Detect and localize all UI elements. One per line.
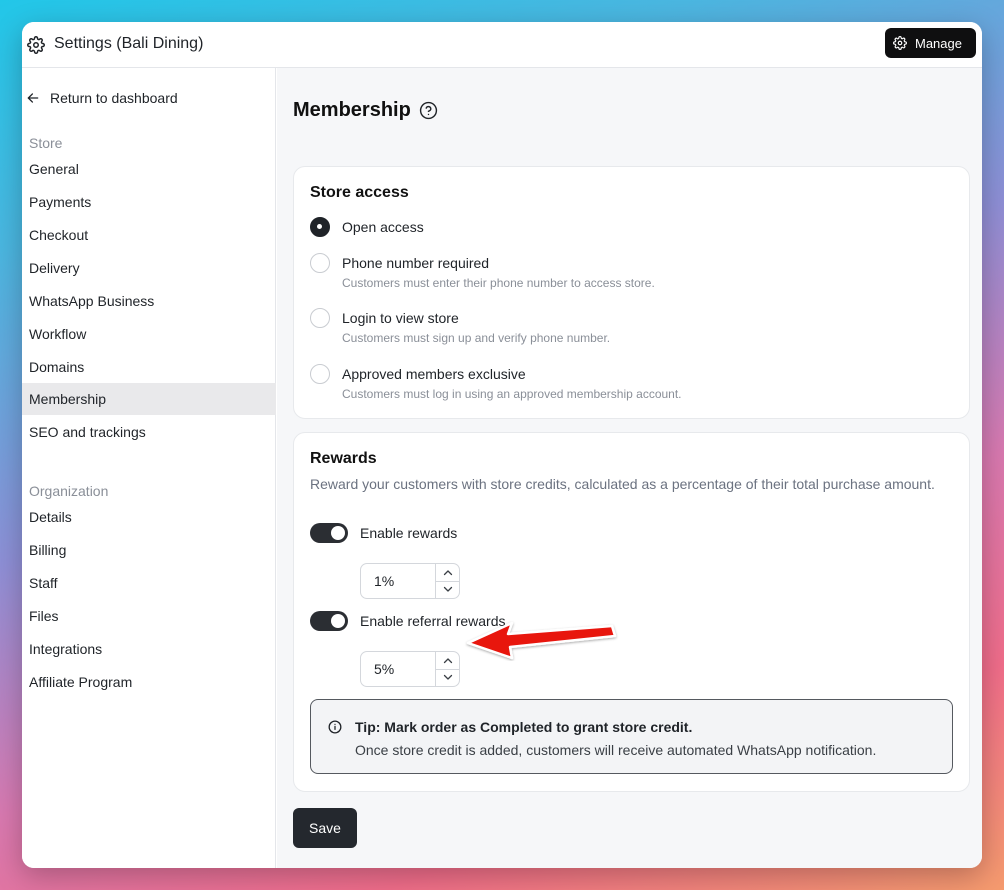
radio-label: Phone number required xyxy=(342,255,490,271)
section-label-store: Store xyxy=(29,135,63,151)
gear-icon xyxy=(893,36,907,50)
page-title: Membership xyxy=(293,99,438,122)
arrow-left-icon xyxy=(27,93,39,103)
sidebar-item-affiliate-program[interactable]: Affiliate Program xyxy=(22,666,276,698)
tip-body: Once store credit is added, customers wi… xyxy=(355,742,877,758)
radio-option-phone-number-required[interactable]: Phone number required Customers must ent… xyxy=(310,253,655,290)
sidebar-item-domains[interactable]: Domains xyxy=(22,351,276,383)
annotation-arrow-icon xyxy=(466,621,617,660)
radio-button[interactable] xyxy=(310,364,330,384)
store-access-title: Store access xyxy=(310,184,409,201)
referral-percentage-stepper[interactable]: 5% xyxy=(360,651,460,687)
sidebar-item-workflow[interactable]: Workflow xyxy=(22,318,276,350)
decrement-button[interactable] xyxy=(436,580,459,599)
referral-percentage-value[interactable]: 5% xyxy=(361,652,435,686)
sidebar-item-checkout[interactable]: Checkout xyxy=(22,219,276,251)
radio-button[interactable] xyxy=(310,217,330,237)
enable-rewards-toggle[interactable] xyxy=(310,523,348,543)
tip-callout: Tip: Mark order as Completed to grant st… xyxy=(310,699,953,774)
radio-description: Customers must log in using an approved … xyxy=(342,387,682,401)
sidebar-item-staff[interactable]: Staff xyxy=(22,567,276,599)
chevron-down-icon xyxy=(443,675,452,680)
manage-button-label: Manage xyxy=(915,35,962,51)
chevron-up-icon xyxy=(443,570,452,575)
decrement-button[interactable] xyxy=(436,668,459,687)
radio-label: Login to view store xyxy=(342,310,459,326)
section-label-organization: Organization xyxy=(29,483,109,499)
increment-button[interactable] xyxy=(436,564,459,581)
sidebar-item-billing[interactable]: Billing xyxy=(22,534,276,566)
rewards-percentage-value[interactable]: 1% xyxy=(361,564,435,598)
radio-option-approved-members-exclusive[interactable]: Approved members exclusive Customers mus… xyxy=(310,364,682,401)
radio-option-login-to-view-store[interactable]: Login to view store Customers must sign … xyxy=(310,308,610,345)
sidebar-item-whatsapp-business[interactable]: WhatsApp Business xyxy=(22,285,276,317)
main-content: Membership Store access Open access Phon… xyxy=(277,68,982,868)
title-bar: Settings (Bali Dining) Manage xyxy=(22,22,982,68)
enable-rewards-label: Enable rewards xyxy=(360,525,458,541)
enable-referral-rewards-toggle[interactable] xyxy=(310,611,348,631)
sidebar-item-integrations[interactable]: Integrations xyxy=(22,633,276,665)
rewards-card: Rewards Reward your customers with store… xyxy=(293,432,970,792)
increment-button[interactable] xyxy=(436,652,459,669)
rewards-description: Reward your customers with store credits… xyxy=(310,476,935,492)
sidebar-item-details[interactable]: Details xyxy=(22,501,276,533)
chevron-up-icon xyxy=(443,658,452,663)
info-icon xyxy=(328,720,342,734)
gear-icon xyxy=(27,36,45,54)
return-to-dashboard-link[interactable]: Return to dashboard xyxy=(26,90,178,106)
return-to-dashboard-label: Return to dashboard xyxy=(50,90,178,106)
chevron-down-icon xyxy=(443,587,452,592)
store-access-card: Store access Open access Phone number re… xyxy=(293,166,970,419)
save-button[interactable]: Save xyxy=(293,808,357,848)
radio-button[interactable] xyxy=(310,253,330,273)
page-title-text: Membership xyxy=(293,99,411,121)
help-circle-icon[interactable] xyxy=(419,101,438,120)
radio-label: Approved members exclusive xyxy=(342,366,526,382)
radio-description: Customers must enter their phone number … xyxy=(342,276,655,290)
radio-button[interactable] xyxy=(310,308,330,328)
rewards-title: Rewards xyxy=(310,450,377,467)
radio-option-open-access[interactable]: Open access xyxy=(310,217,424,237)
sidebar: Return to dashboard Store General Paymen… xyxy=(22,68,276,868)
tip-title: Tip: Mark order as Completed to grant st… xyxy=(355,719,693,735)
rewards-percentage-stepper[interactable]: 1% xyxy=(360,563,460,599)
radio-label: Open access xyxy=(342,219,424,235)
window-title: Settings (Bali Dining) xyxy=(54,35,204,52)
sidebar-item-files[interactable]: Files xyxy=(22,600,276,632)
sidebar-item-general[interactable]: General xyxy=(22,153,276,185)
radio-description: Customers must sign up and verify phone … xyxy=(342,331,611,345)
manage-button[interactable]: Manage xyxy=(885,28,976,58)
sidebar-item-payments[interactable]: Payments xyxy=(22,186,276,218)
enable-rewards-row: Enable rewards xyxy=(310,523,457,543)
sidebar-item-membership[interactable]: Membership xyxy=(22,383,276,415)
sidebar-item-delivery[interactable]: Delivery xyxy=(22,252,276,284)
settings-window: Settings (Bali Dining) Manage Return to … xyxy=(22,22,982,868)
sidebar-item-seo-and-trackings[interactable]: SEO and trackings xyxy=(22,416,276,448)
